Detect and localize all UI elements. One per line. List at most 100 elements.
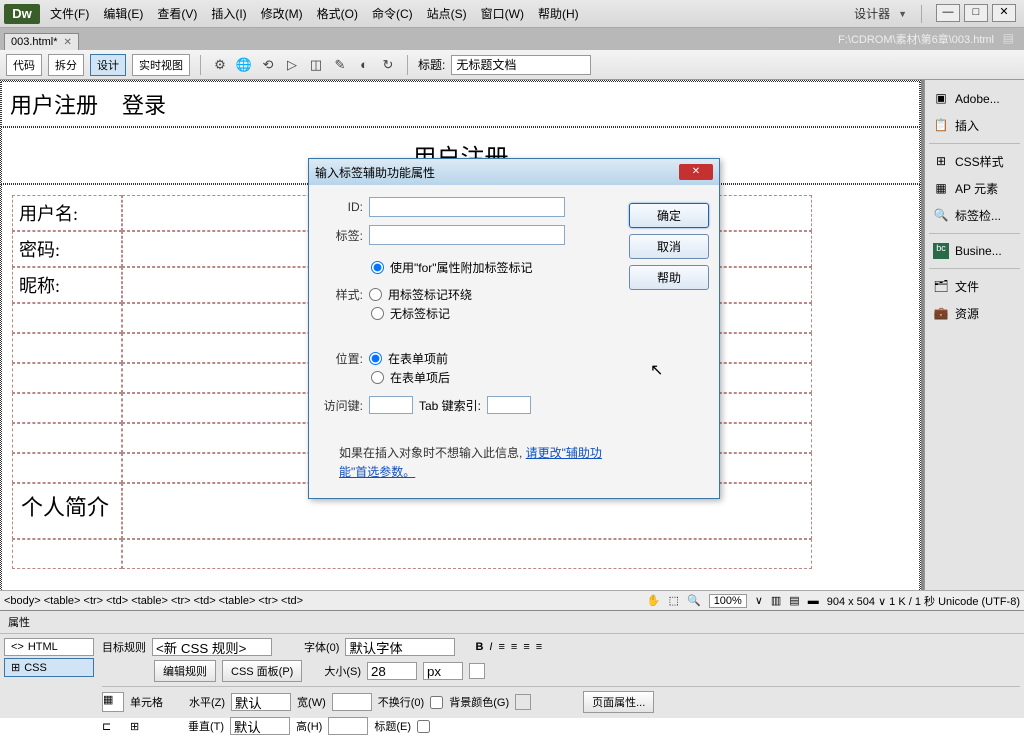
split-icon[interactable]: ⊞	[130, 720, 152, 733]
menu-commands[interactable]: 命令(C)	[372, 5, 413, 22]
dock-tag[interactable]: 🔍标签检...	[929, 202, 1020, 229]
radio-before[interactable]	[369, 352, 382, 365]
view-design-button[interactable]: 设计	[90, 54, 126, 76]
width-input[interactable]	[332, 693, 372, 711]
page-title-input[interactable]	[451, 55, 591, 75]
select-tool-icon[interactable]: ⬚	[669, 594, 679, 607]
properties-panel: 属性 <>HTML ⊞CSS 目标规则 字体(0) B I ≡ ≡ ≡ ≡	[0, 610, 1024, 718]
color-swatch[interactable]	[469, 663, 485, 679]
dialog-close-button[interactable]: ✕	[679, 164, 713, 180]
cursor-icon: ↖	[650, 360, 663, 380]
tool-icon-6[interactable]: ✎	[331, 56, 349, 74]
tag-selector-bar: <body> <table> <tr> <td> <table> <tr> <t…	[0, 590, 1024, 610]
tool-icon-4[interactable]: ▷	[283, 56, 301, 74]
document-tab[interactable]: 003.html* ✕	[4, 33, 79, 50]
merge-icon[interactable]: ⊏	[102, 720, 124, 733]
dock-assets[interactable]: 💼资源	[929, 300, 1020, 327]
align-justify-icon[interactable]: ≡	[536, 641, 542, 653]
id-label: ID:	[319, 200, 363, 214]
align-right-icon[interactable]: ≡	[523, 641, 529, 653]
edit-rule-button[interactable]: 编辑规则	[154, 660, 216, 682]
dock-adobe[interactable]: ▣Adobe...	[929, 86, 1020, 112]
italic-button[interactable]: I	[489, 641, 492, 653]
view-live-button[interactable]: 实时视图	[132, 54, 190, 76]
view-code-button[interactable]: 代码	[6, 54, 42, 76]
horiz-select[interactable]	[231, 693, 291, 711]
titlebar: Dw 文件(F) 编辑(E) 查看(V) 插入(I) 修改(M) 格式(O) 命…	[0, 0, 1024, 28]
menu-help[interactable]: 帮助(H)	[538, 5, 579, 22]
chevron-down-icon[interactable]: ▼	[898, 9, 907, 19]
css-panel-button[interactable]: CSS 面板(P)	[222, 660, 302, 682]
radio-after[interactable]	[371, 371, 384, 384]
status-icon-3[interactable]: ▬	[808, 595, 819, 607]
close-button[interactable]: ✕	[992, 4, 1016, 22]
height-input[interactable]	[328, 717, 368, 735]
tool-icon-1[interactable]: ⚙	[211, 56, 229, 74]
label-label: 标签:	[319, 227, 363, 244]
header-checkbox[interactable]	[417, 720, 430, 733]
view-split-button[interactable]: 拆分	[48, 54, 84, 76]
status-icon-2[interactable]: ▤	[789, 594, 799, 607]
dock-ap[interactable]: ▦AP 元素	[929, 175, 1020, 202]
size-input[interactable]	[367, 662, 417, 680]
zoom-level[interactable]: 100%	[709, 594, 747, 608]
tool-icon-7[interactable]: ◐	[355, 56, 373, 74]
cancel-button[interactable]: 取消	[629, 234, 709, 259]
doc-menu-icon[interactable]: ▤	[1003, 31, 1014, 45]
properties-title[interactable]: 属性	[0, 611, 1024, 634]
page-props-button[interactable]: 页面属性...	[583, 691, 654, 713]
dock-css[interactable]: ⊞CSS样式	[929, 148, 1020, 175]
maximize-button[interactable]: □	[964, 4, 988, 22]
menu-insert[interactable]: 插入(I)	[211, 5, 246, 22]
radio-wrap[interactable]	[369, 288, 382, 301]
dialog-titlebar[interactable]: 输入标签辅助功能属性 ✕	[309, 159, 719, 185]
size-unit[interactable]	[423, 662, 463, 680]
dock-files[interactable]: 🗂文件	[929, 273, 1020, 300]
hint-text: 如果在插入对象时不想输入此信息,	[339, 446, 526, 460]
nowrap-checkbox[interactable]	[430, 696, 443, 709]
workspace-switcher[interactable]: 设计器	[854, 5, 890, 22]
position-label: 位置:	[319, 350, 363, 367]
bold-button[interactable]: B	[475, 641, 483, 653]
menu-format[interactable]: 格式(O)	[317, 5, 358, 22]
dock-busine[interactable]: bcBusine...	[929, 238, 1020, 264]
menu-site[interactable]: 站点(S)	[427, 5, 467, 22]
vert-select[interactable]	[230, 717, 290, 735]
align-center-icon[interactable]: ≡	[511, 641, 517, 653]
minimize-button[interactable]: —	[936, 4, 960, 22]
radio-none[interactable]	[371, 307, 384, 320]
font-select[interactable]	[345, 638, 455, 656]
tab-html[interactable]: <>HTML	[4, 638, 94, 656]
help-button[interactable]: 帮助	[629, 265, 709, 290]
tool-icon-5[interactable]: ◫	[307, 56, 325, 74]
document-toolbar: 代码 拆分 设计 实时视图 ⚙ 🌐 ⟲ ▷ ◫ ✎ ◐ ↻ 标题:	[0, 50, 1024, 80]
access-input[interactable]	[369, 396, 413, 414]
cell-icon[interactable]: ▦	[102, 692, 124, 712]
app-logo: Dw	[4, 4, 40, 24]
close-tab-icon[interactable]: ✕	[63, 37, 71, 48]
menu-window[interactable]: 窗口(W)	[481, 5, 524, 22]
menu-edit[interactable]: 编辑(E)	[103, 5, 143, 22]
target-rule-select[interactable]	[152, 638, 272, 656]
label-username: 用户名:	[12, 195, 122, 231]
label-input[interactable]	[369, 225, 565, 245]
zoom-tool-icon[interactable]: 🔍	[687, 594, 701, 607]
menu-modify[interactable]: 修改(M)	[261, 5, 303, 22]
bgcolor-swatch[interactable]	[515, 694, 531, 710]
status-icon-1[interactable]: ▥	[771, 594, 781, 607]
tab-css[interactable]: ⊞CSS	[4, 658, 94, 677]
align-left-icon[interactable]: ≡	[498, 641, 504, 653]
right-panel-dock: ▣Adobe... 📋插入 ⊞CSS样式 ▦AP 元素 🔍标签检... bcBu…	[924, 80, 1024, 590]
ok-button[interactable]: 确定	[629, 203, 709, 228]
menu-view[interactable]: 查看(V)	[157, 5, 197, 22]
tab-input[interactable]	[487, 396, 531, 414]
id-input[interactable]	[369, 197, 565, 217]
radio-for-attr[interactable]	[371, 261, 384, 274]
refresh-icon[interactable]: ↻	[379, 56, 397, 74]
tag-path[interactable]: <body> <table> <tr> <td> <table> <tr> <t…	[4, 595, 303, 607]
globe-icon[interactable]: 🌐	[235, 56, 253, 74]
menu-file[interactable]: 文件(F)	[50, 5, 89, 22]
dock-insert[interactable]: 📋插入	[929, 112, 1020, 139]
tool-icon-3[interactable]: ⟲	[259, 56, 277, 74]
hand-tool-icon[interactable]: ✋	[647, 594, 661, 607]
